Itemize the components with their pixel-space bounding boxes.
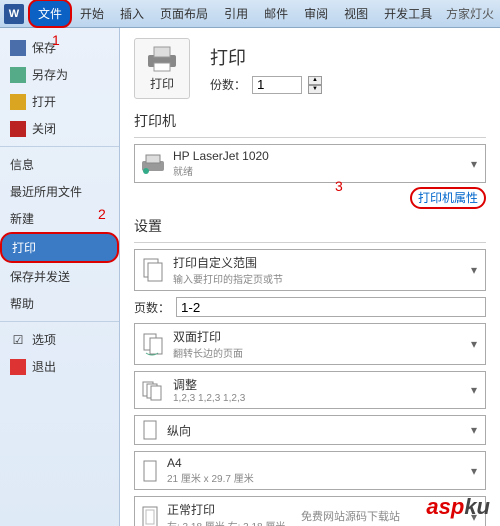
copies-label: 份数：	[210, 76, 246, 93]
watermark-subtitle: 免费网站源码下载站	[301, 508, 400, 524]
print-button-label: 打印	[150, 77, 174, 91]
sidebar-item-print[interactable]: 打印	[0, 232, 119, 263]
tab-page-layout[interactable]: 页面布局	[152, 1, 216, 26]
save-icon	[10, 40, 26, 56]
printer-select[interactable]: HP LaserJet 1020就绪 ▾	[134, 144, 486, 183]
print-backstage: 打印 打印 份数： ▲▼ 打印机 HP LaserJet 1020就绪 ▾ 打印…	[120, 28, 500, 526]
printer-name: HP LaserJet 1020	[173, 149, 461, 163]
exit-icon	[10, 359, 26, 375]
tab-insert[interactable]: 插入	[112, 1, 152, 26]
backstage-sidebar: 保存 另存为 打开 关闭 信息 最近所用文件 新建 打印 保存并发送 帮助 ☑ 选…	[0, 28, 120, 526]
print-title: 打印	[210, 44, 322, 70]
paper-size-select[interactable]: A421 厘米 x 29.7 厘米 ▾	[134, 451, 486, 490]
collate-icon	[139, 376, 167, 404]
tab-view[interactable]: 视图	[336, 1, 376, 26]
sidebar-item-close[interactable]: 关闭	[0, 115, 119, 142]
sidebar-label: 保存	[32, 39, 56, 56]
tab-home[interactable]: 开始	[72, 1, 112, 26]
chevron-down-icon: ▾	[467, 383, 481, 397]
range-sub: 输入要打印的指定页或节	[173, 271, 461, 286]
sidebar-item-options[interactable]: ☑ 选项	[0, 326, 119, 353]
sidebar-label: 最近所用文件	[10, 183, 82, 200]
printer-status: 就绪	[173, 163, 461, 178]
divider	[0, 146, 119, 147]
sidebar-label: 打印	[12, 239, 36, 256]
spin-up-icon[interactable]: ▲	[308, 76, 322, 85]
chevron-down-icon: ▾	[467, 423, 481, 437]
watermark-logo: aspku	[426, 494, 490, 520]
collate-title: 调整	[173, 376, 461, 393]
tab-developer[interactable]: 开发工具	[376, 1, 440, 26]
pages-label: 页数：	[134, 299, 170, 316]
duplex-sub: 翻转长边的页面	[173, 345, 461, 360]
page-range-icon	[139, 256, 167, 284]
sidebar-item-info[interactable]: 信息	[0, 151, 119, 178]
collate-select[interactable]: 调整1,2,3 1,2,3 1,2,3 ▾	[134, 371, 486, 409]
divider	[134, 242, 486, 243]
margins-icon	[139, 506, 161, 526]
copies-spinner[interactable]: ▲▼	[308, 76, 322, 94]
printer-section-label: 打印机	[134, 111, 486, 131]
word-app-icon: W	[4, 4, 24, 24]
sidebar-item-saveas[interactable]: 另存为	[0, 61, 119, 88]
divider	[134, 137, 486, 138]
tab-references[interactable]: 引用	[216, 1, 256, 26]
page-size-icon	[139, 460, 161, 482]
duplex-select[interactable]: 双面打印翻转长边的页面 ▾	[134, 323, 486, 365]
printer-device-icon	[139, 150, 167, 178]
sidebar-item-save[interactable]: 保存	[0, 34, 119, 61]
window-title: 方家灯火	[446, 5, 500, 22]
range-title: 打印自定义范围	[173, 254, 461, 271]
open-icon	[10, 94, 26, 110]
sidebar-item-save-send[interactable]: 保存并发送	[0, 263, 119, 290]
tab-review[interactable]: 审阅	[296, 1, 336, 26]
tab-mailings[interactable]: 邮件	[256, 1, 296, 26]
portrait-icon	[139, 419, 161, 441]
settings-section-label: 设置	[134, 216, 486, 236]
orientation-select[interactable]: 纵向 ▾	[134, 415, 486, 445]
paper-title: A4	[167, 456, 461, 470]
print-range-select[interactable]: 打印自定义范围输入要打印的指定页或节 ▾	[134, 249, 486, 291]
chevron-down-icon: ▾	[467, 157, 481, 171]
sidebar-label: 打开	[32, 93, 56, 110]
chevron-down-icon: ▾	[467, 464, 481, 478]
chevron-down-icon: ▾	[467, 337, 481, 351]
orientation-title: 纵向	[167, 422, 461, 439]
sidebar-item-help[interactable]: 帮助	[0, 290, 119, 317]
duplex-title: 双面打印	[173, 328, 461, 345]
sidebar-label: 新建	[10, 210, 34, 227]
collate-sub: 1,2,3 1,2,3 1,2,3	[173, 393, 461, 404]
divider	[0, 321, 119, 322]
duplex-icon	[139, 330, 167, 358]
print-button[interactable]: 打印	[134, 38, 190, 99]
sidebar-label: 退出	[32, 358, 56, 375]
sidebar-label: 另存为	[32, 66, 68, 83]
sidebar-label: 选项	[32, 331, 56, 348]
close-icon	[10, 121, 26, 137]
printer-icon	[144, 45, 180, 73]
sidebar-label: 关闭	[32, 120, 56, 137]
paper-sub: 21 厘米 x 29.7 厘米	[167, 470, 461, 485]
tab-file[interactable]: 文件	[28, 0, 72, 28]
ribbon-tabs: W 文件 开始 插入 页面布局 引用 邮件 审阅 视图 开发工具 方家灯火	[0, 0, 500, 28]
options-icon: ☑	[10, 332, 26, 348]
sidebar-item-exit[interactable]: 退出	[0, 353, 119, 380]
sidebar-label: 保存并发送	[10, 268, 70, 285]
sidebar-item-new[interactable]: 新建	[0, 205, 119, 232]
sidebar-item-open[interactable]: 打开	[0, 88, 119, 115]
copies-input[interactable]	[252, 76, 302, 94]
pages-input[interactable]	[176, 297, 486, 317]
printer-properties-link[interactable]: 打印机属性	[410, 187, 486, 209]
chevron-down-icon: ▾	[467, 263, 481, 277]
sidebar-label: 信息	[10, 156, 34, 173]
sidebar-item-recent[interactable]: 最近所用文件	[0, 178, 119, 205]
sidebar-label: 帮助	[10, 295, 34, 312]
saveas-icon	[10, 67, 26, 83]
spin-down-icon[interactable]: ▼	[308, 85, 322, 94]
